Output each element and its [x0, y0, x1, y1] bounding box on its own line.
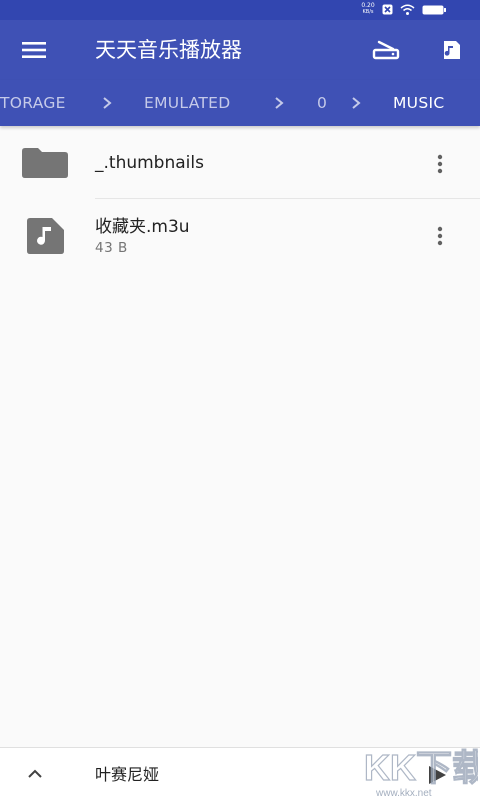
no-sim-icon — [382, 4, 393, 15]
list-item-thumbnails[interactable]: _.thumbnails — [0, 126, 480, 199]
more-vert-icon[interactable] — [430, 224, 450, 248]
more-vert-icon[interactable] — [430, 152, 450, 176]
file-size: 43 B — [95, 240, 128, 256]
list-item-playlist[interactable]: 收藏夹.m3u 43 B — [0, 200, 480, 272]
battery-icon — [422, 5, 446, 15]
path-breadcrumb: TORAGE EMULATED 0 MUSIC — [0, 80, 480, 126]
storage-icon[interactable] — [371, 38, 401, 62]
watermark-url: www.kkx.net — [375, 788, 432, 799]
list-divider — [95, 198, 480, 199]
file-name: 收藏夹.m3u — [95, 217, 190, 237]
network-speed-unit: KB/s — [362, 9, 374, 15]
file-name: _.thumbnails — [95, 153, 204, 173]
chevron-up-icon[interactable] — [26, 768, 44, 780]
music-file-icon — [27, 218, 64, 254]
music-note-icon[interactable] — [440, 39, 462, 61]
screen: 0.20 KB/s 天天音乐播放器 TORAGE EMULATED 0 MUSI… — [0, 0, 480, 801]
app-toolbar: 天天音乐播放器 — [0, 20, 480, 80]
wifi-icon — [400, 4, 415, 15]
breadcrumb-item-storage[interactable]: TORAGE — [0, 94, 66, 112]
kkx-watermark-logo: KK下载 www.kkx.net — [363, 746, 478, 799]
status-bar: 0.20 KB/s — [0, 0, 480, 20]
folder-icon — [22, 148, 68, 178]
watermark-logo-text: KK下载 — [364, 747, 478, 788]
menu-icon[interactable] — [20, 38, 48, 62]
breadcrumb-item-music[interactable]: MUSIC — [393, 94, 444, 112]
app-title: 天天音乐播放器 — [95, 38, 242, 62]
breadcrumb-item-emulated[interactable]: EMULATED — [144, 94, 231, 112]
chevron-right-icon — [352, 97, 361, 109]
breadcrumb-item-0[interactable]: 0 — [317, 94, 327, 112]
chevron-right-icon — [103, 97, 112, 109]
network-speed: 0.20 KB/s — [357, 2, 379, 16]
now-playing-title: 叶赛尼娅 — [95, 765, 160, 784]
network-speed-value: 0.20 — [361, 2, 375, 9]
chevron-right-icon — [275, 97, 284, 109]
